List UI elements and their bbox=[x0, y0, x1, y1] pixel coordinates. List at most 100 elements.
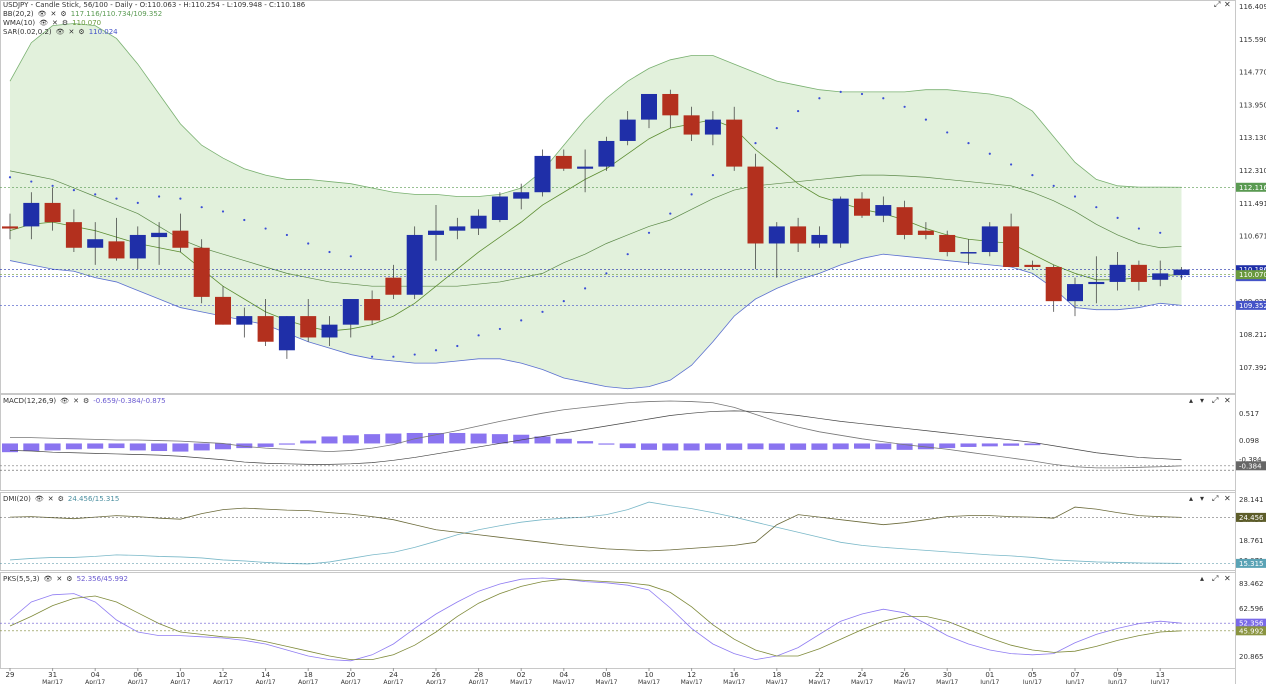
x-month-label: Apr/17 bbox=[469, 679, 489, 684]
sar-dot bbox=[328, 250, 331, 254]
sar-dot bbox=[605, 272, 608, 275]
macd-histogram-bar bbox=[555, 438, 572, 444]
macd-histogram-bar bbox=[278, 443, 295, 445]
move-down-icon[interactable]: ▾ bbox=[1200, 396, 1204, 405]
sar-dot bbox=[72, 188, 75, 192]
candle-body bbox=[747, 166, 764, 244]
macd-histogram-bar bbox=[747, 443, 764, 450]
macd-histogram-bar bbox=[87, 443, 104, 449]
sar-dot bbox=[1073, 195, 1077, 198]
x-day-label: 10 bbox=[645, 671, 654, 679]
x-day-label: 24 bbox=[389, 671, 398, 679]
macd-histogram-bar bbox=[768, 443, 785, 450]
gear-icon[interactable]: ⚙ bbox=[83, 396, 89, 406]
close-pane-icon[interactable]: ✕ bbox=[1224, 396, 1231, 405]
eye-icon[interactable]: 👁 bbox=[60, 396, 69, 406]
macd-histogram-bar bbox=[960, 443, 977, 447]
candle-body bbox=[108, 241, 125, 259]
x-month-label: May/17 bbox=[595, 679, 617, 684]
candle-body bbox=[406, 234, 423, 295]
macd-histogram-bar bbox=[108, 443, 125, 449]
macd-histogram-bar bbox=[491, 434, 508, 444]
macd-badge-label: -0.384 bbox=[1239, 462, 1262, 470]
close-icon[interactable]: ✕ bbox=[48, 494, 54, 504]
candle-body bbox=[513, 192, 530, 199]
sar-dot bbox=[1010, 163, 1013, 166]
candle-body bbox=[854, 198, 870, 216]
move-up-icon[interactable]: ▴ bbox=[1200, 574, 1204, 583]
macd-histogram-bar bbox=[44, 443, 61, 451]
x-month-label: May/17 bbox=[894, 679, 916, 684]
sar-dot bbox=[775, 127, 778, 130]
candle-body bbox=[491, 196, 508, 220]
close-pane-icon[interactable]: ✕ bbox=[1224, 574, 1231, 583]
macd-histogram-bar bbox=[65, 443, 82, 450]
candle-body bbox=[1088, 281, 1105, 285]
move-up-icon[interactable]: ▴ bbox=[1189, 396, 1193, 405]
candle-body bbox=[875, 205, 892, 216]
move-down-icon[interactable]: ▾ bbox=[1200, 494, 1204, 503]
x-month-label: Jun/17 bbox=[1150, 679, 1170, 684]
legend-dmi-label: DMI(20) bbox=[3, 495, 31, 503]
x-day-label: 28 bbox=[474, 671, 483, 679]
macd-histogram-bar bbox=[854, 443, 870, 449]
candle-body bbox=[1003, 226, 1020, 267]
eye-icon[interactable]: 👁 bbox=[56, 27, 65, 37]
macd-histogram-bar bbox=[193, 443, 210, 451]
candle-body bbox=[2, 226, 18, 229]
close-pane-icon[interactable]: ✕ bbox=[1224, 0, 1231, 9]
macd-histogram-bar bbox=[811, 443, 828, 450]
candle-body bbox=[65, 222, 82, 248]
expand-icon[interactable]: ⤢ bbox=[1214, 0, 1220, 10]
candle-body bbox=[1067, 284, 1083, 302]
candle-body bbox=[832, 198, 849, 244]
eye-icon[interactable]: 👁 bbox=[44, 574, 53, 584]
candle-body bbox=[811, 234, 828, 244]
candle-body bbox=[1130, 264, 1147, 282]
candle-body bbox=[577, 166, 594, 169]
candle-body bbox=[236, 316, 253, 325]
eye-icon[interactable]: 👁 bbox=[35, 494, 44, 504]
macd-histogram-bar bbox=[683, 443, 700, 451]
macd-histogram-bar bbox=[939, 443, 956, 449]
expand-icon[interactable]: ⤢ bbox=[1212, 494, 1218, 504]
legend-sar: SAR(0.02,0.2) 👁 ✕ ⚙ 110.024 bbox=[3, 27, 118, 37]
macd-histogram-bar bbox=[257, 443, 274, 447]
close-pane-icon[interactable]: ✕ bbox=[1224, 494, 1231, 503]
legend-pks-label: PKS(5,5,3) bbox=[3, 575, 40, 583]
gear-icon[interactable]: ⚙ bbox=[78, 27, 84, 37]
sar-dot bbox=[221, 210, 225, 213]
x-day-label: 18 bbox=[772, 671, 781, 679]
gear-icon[interactable]: ⚙ bbox=[66, 574, 72, 584]
move-up-icon[interactable]: ▴ bbox=[1189, 494, 1193, 503]
expand-icon[interactable]: ⤢ bbox=[1212, 574, 1218, 584]
candle-body bbox=[278, 316, 295, 351]
x-day-label: 01 bbox=[985, 671, 994, 679]
x-day-label: 22 bbox=[815, 671, 824, 679]
macd-histogram-bar bbox=[662, 443, 679, 451]
candle-body bbox=[960, 252, 977, 254]
close-icon[interactable]: ✕ bbox=[69, 27, 75, 37]
sar-dot bbox=[392, 355, 395, 358]
macd-histogram-bar bbox=[641, 443, 657, 450]
x-month-label: May/17 bbox=[553, 679, 575, 684]
legend-macd-label: MACD(12,26,9) bbox=[3, 397, 57, 405]
macd-histogram-bar bbox=[321, 436, 338, 444]
x-month-label: Apr/17 bbox=[85, 679, 105, 684]
dmi-tick-label: 18.761 bbox=[1239, 537, 1264, 545]
close-icon[interactable]: ✕ bbox=[73, 396, 79, 406]
price-tick-label: 114.770 bbox=[1239, 69, 1266, 77]
macd-histogram-bar bbox=[875, 443, 892, 450]
candle-body bbox=[555, 155, 572, 169]
close-icon[interactable]: ✕ bbox=[56, 574, 62, 584]
sar-dot bbox=[541, 310, 544, 313]
candle-body bbox=[44, 202, 61, 223]
gear-icon[interactable]: ⚙ bbox=[58, 494, 64, 504]
x-month-label: May/17 bbox=[766, 679, 788, 684]
x-month-label: Apr/17 bbox=[341, 679, 361, 684]
sar-dot bbox=[498, 327, 501, 331]
sar-dot bbox=[200, 206, 203, 209]
expand-icon[interactable]: ⤢ bbox=[1212, 396, 1218, 406]
macd-histogram-bar bbox=[470, 433, 487, 444]
candle-body bbox=[981, 226, 998, 253]
